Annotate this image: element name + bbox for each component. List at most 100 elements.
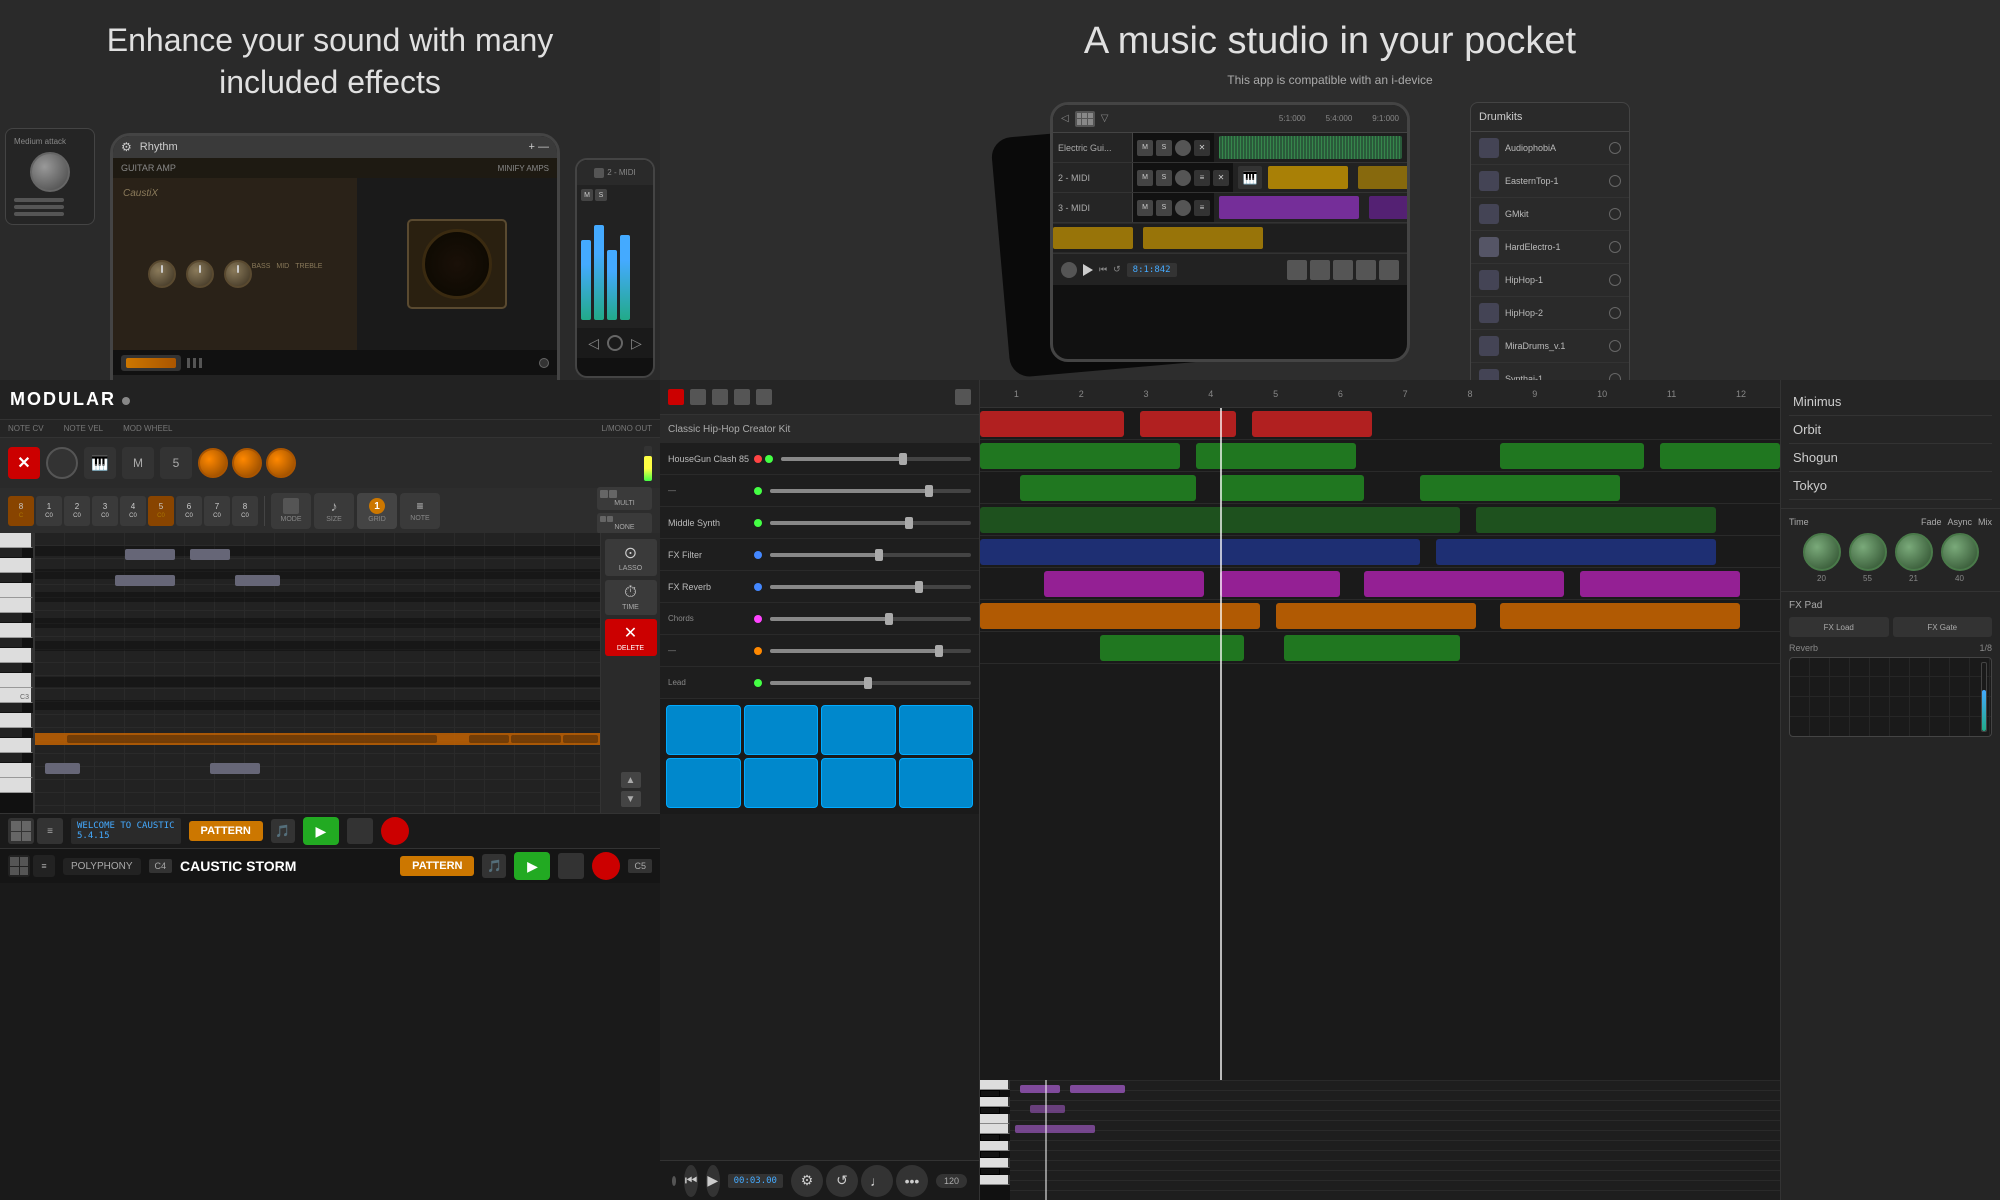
pad-7[interactable] [821, 758, 896, 808]
synth-shogun[interactable]: Shogun [1789, 444, 1992, 472]
zoom-tool[interactable] [756, 389, 772, 405]
piano-button[interactable]: 🎹 [84, 447, 116, 479]
daw-rewind[interactable]: ⏮ [684, 1165, 698, 1197]
seq-num-4[interactable]: 4C0 [120, 496, 146, 526]
undo-btn[interactable] [1333, 260, 1353, 280]
knob-time[interactable] [1803, 533, 1841, 571]
seq-num-6[interactable]: 6C0 [176, 496, 202, 526]
pad-8[interactable] [899, 758, 974, 808]
daw-metronome[interactable]: ♩ [861, 1165, 893, 1197]
pad-4[interactable] [899, 705, 974, 755]
synth-tokyo[interactable]: Tokyo [1789, 472, 1992, 500]
knob-mix[interactable] [1941, 533, 1979, 571]
solo-btn-2[interactable]: S [1156, 170, 1172, 186]
play-button-1[interactable]: ▶ [303, 817, 339, 845]
vol-slider-7[interactable] [770, 649, 971, 653]
vol-slider-1[interactable] [781, 457, 971, 461]
pattern-button-2[interactable]: PATTERN [400, 856, 474, 876]
size-btn[interactable]: MODE [271, 493, 311, 529]
metronome-btn-2[interactable]: 🎵 [482, 854, 506, 878]
scroll-up[interactable]: ▲ [621, 772, 641, 788]
record-btn-2[interactable] [592, 852, 620, 880]
transport-rewind[interactable]: ⏮ [1099, 264, 1107, 275]
knob-async[interactable] [1895, 533, 1933, 571]
pad-5[interactable] [666, 758, 741, 808]
pencil-tool[interactable] [690, 389, 706, 405]
pad-2[interactable] [744, 705, 819, 755]
pad-3[interactable] [821, 705, 896, 755]
delete-tool[interactable]: ✕ DELETE [605, 619, 657, 656]
share-btn[interactable] [1356, 260, 1376, 280]
seq-num-1[interactable]: 1C0 [36, 496, 62, 526]
solo-btn-3[interactable]: S [1156, 200, 1172, 216]
red-x-button[interactable]: ✕ [8, 447, 40, 479]
fx-gate-btn[interactable]: FX Gate [1893, 617, 1993, 637]
lasso-tool[interactable]: ⊙ LASSO [605, 539, 657, 576]
list-view-btn[interactable]: ≡ [37, 818, 63, 844]
pattern-button-1[interactable]: PATTERN [189, 821, 263, 841]
seq-num-2[interactable]: 2C0 [64, 496, 90, 526]
home-circle[interactable] [607, 335, 623, 351]
mid-knob[interactable] [186, 260, 214, 288]
track-expand-3[interactable]: ≡ [1194, 200, 1210, 216]
seq-num-8[interactable]: 8C [8, 496, 34, 526]
daw-settings[interactable]: ⚙ [791, 1165, 823, 1197]
orange-knob-2[interactable] [232, 448, 262, 478]
vol-slider-4[interactable] [770, 553, 971, 557]
drumkit-item-2[interactable]: GMkit [1471, 198, 1629, 231]
fx-pad-area[interactable] [1789, 657, 1992, 737]
settings-tool[interactable] [955, 389, 971, 405]
drumkit-item-3[interactable]: HardElectro-1 [1471, 231, 1629, 264]
none-tool[interactable]: NONE [597, 513, 652, 534]
vol-slider-8[interactable] [770, 681, 971, 685]
vol-slider-5[interactable] [770, 585, 971, 589]
transport-play[interactable] [1083, 264, 1093, 276]
note-btn[interactable]: 1 GRID [357, 493, 397, 529]
attack-knob[interactable] [30, 152, 70, 192]
time-tool[interactable]: ⏱ TIME [605, 580, 657, 615]
orange-knob-1[interactable] [198, 448, 228, 478]
menu-btn[interactable] [1379, 260, 1399, 280]
play-button-2[interactable]: ▶ [514, 852, 550, 880]
letter-m-btn[interactable]: M [122, 447, 154, 479]
mute-btn-3[interactable]: M [1137, 200, 1153, 216]
track-close-2[interactable]: ✕ [1213, 170, 1229, 186]
fx-load-btn[interactable]: FX Load [1789, 617, 1889, 637]
seq-num-8b[interactable]: 8C0 [232, 496, 258, 526]
knob-fade[interactable] [1849, 533, 1887, 571]
fwd-arrow[interactable]: ▷ [631, 335, 642, 352]
solo-btn-1[interactable]: S [1156, 140, 1172, 156]
vol-slider-2[interactable] [770, 489, 971, 493]
drumkit-item-4[interactable]: HipHop-1 [1471, 264, 1629, 297]
daw-loop[interactable]: ↺ [826, 1165, 858, 1197]
transport-loop[interactable]: ↺ [1113, 264, 1121, 275]
pad-1[interactable] [666, 705, 741, 755]
eraser-tool[interactable] [734, 389, 750, 405]
track-close-1[interactable]: ✕ [1194, 140, 1210, 156]
seq-num-7[interactable]: 7C0 [204, 496, 230, 526]
bass-knob[interactable] [148, 260, 176, 288]
grid-view-btn[interactable] [8, 818, 34, 844]
scissors-btn[interactable] [1287, 260, 1307, 280]
pencil-btn[interactable] [1310, 260, 1330, 280]
seq-num-5[interactable]: 5C0 [148, 496, 174, 526]
grid-btn[interactable]: ♪ SIZE [314, 493, 354, 529]
stop-btn[interactable] [347, 818, 373, 844]
mute-btn-2[interactable]: M [1137, 170, 1153, 186]
mute-btn-1[interactable]: M [1137, 140, 1153, 156]
drumkit-item-7[interactable]: Synthai-1 [1471, 363, 1629, 380]
treble-knob[interactable] [224, 260, 252, 288]
daw-more[interactable]: ••• [896, 1165, 928, 1197]
drumkit-item-0[interactable]: AudiophobiA [1471, 132, 1629, 165]
drumkit-item-1[interactable]: EasternTop-1 [1471, 165, 1629, 198]
scroll-down[interactable]: ▼ [621, 791, 641, 807]
transport-record[interactable] [1061, 262, 1077, 278]
grid-icon-2[interactable] [8, 855, 30, 877]
drumkit-item-5[interactable]: HipHop-2 [1471, 297, 1629, 330]
synth-orbit[interactable]: Orbit [1789, 416, 1992, 444]
multi-tool[interactable]: MULTI [597, 487, 652, 510]
back-arrow[interactable]: ◁ [588, 335, 599, 352]
edit-btn[interactable]: ≡ NOTE [400, 493, 440, 529]
track-expand-2[interactable]: ≡ [1194, 170, 1210, 186]
list-icon-2[interactable]: ≡ [33, 855, 55, 877]
